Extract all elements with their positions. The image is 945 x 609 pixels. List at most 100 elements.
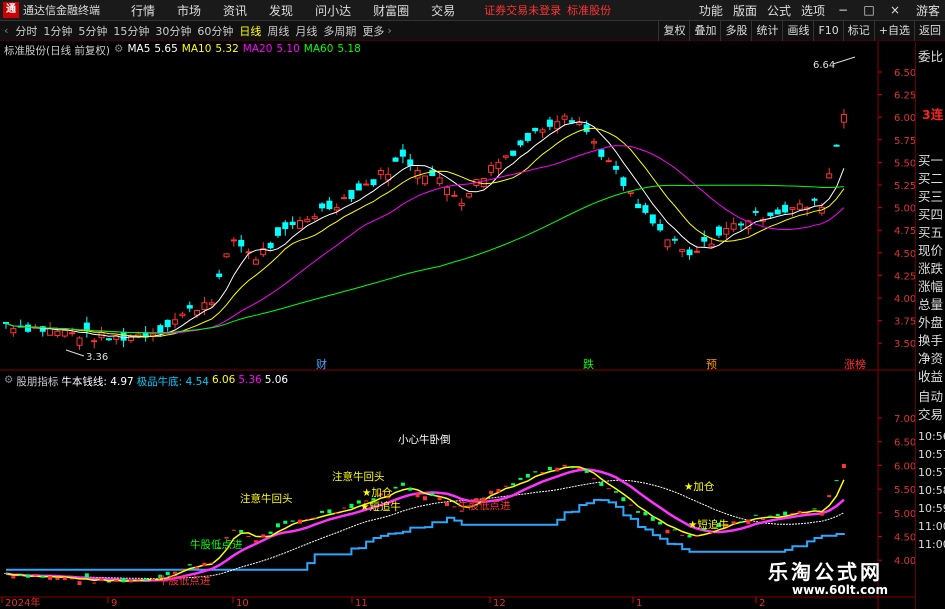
cow-bottom-step-line [6, 498, 845, 571]
indicator-bar [812, 508, 817, 510]
candle-body [546, 119, 553, 127]
indicator-bar [599, 482, 604, 486]
candle-body [789, 207, 796, 210]
indicator-bar [783, 511, 788, 516]
candle-body [502, 155, 509, 158]
y-tick-label: 5.75 [894, 136, 916, 147]
indicator-bar [739, 521, 743, 523]
indicator-annotation: ★短追牛 [360, 500, 401, 513]
indicator-bar [180, 568, 185, 570]
low-price-label: 3.36 [86, 352, 108, 363]
panel-volume: 总量 [918, 297, 944, 312]
y-tick-label: 5.50 [894, 158, 916, 169]
indicator-bar [11, 576, 16, 579]
panel-time-7: 11:00 [918, 538, 945, 551]
candle-body [421, 175, 428, 185]
indicator-bar [592, 478, 596, 480]
panel-time-4: 10:58 [918, 484, 945, 497]
y-tick-label: 3.75 [894, 317, 916, 328]
kline-chart[interactable]: 6.50 6.25 6.00 5.75 5.50 5.25 5.00 4.75 4.50 4.25… [0, 0, 945, 609]
indicator-bar [422, 496, 427, 501]
event-marker: 预 [706, 358, 717, 371]
indicator-name[interactable]: 股朋指标 [16, 374, 58, 389]
panel-trade[interactable]: 交易 [918, 404, 943, 423]
candle-body [539, 129, 546, 133]
candle-body [451, 194, 458, 197]
indicator-bar [621, 497, 626, 502]
panel-buy4: 买四 [918, 207, 944, 222]
indicator-bar [489, 490, 494, 495]
candle-body [693, 250, 700, 253]
panel-earnings: 收益 [918, 369, 944, 384]
candle-body [414, 170, 421, 179]
indicator-bar [430, 493, 435, 496]
panel-turnover: 换手 [918, 333, 944, 348]
candle-body [399, 149, 406, 157]
candle-body [591, 141, 597, 144]
indicator-bar [195, 566, 200, 570]
indicator-gear-icon[interactable]: ⚙ [4, 374, 13, 389]
indicator-bar [4, 573, 8, 575]
candle-body [407, 159, 414, 166]
event-marker: 财 [316, 357, 327, 371]
candle-body [223, 253, 230, 258]
ind-tick-label: 7.00 [894, 414, 916, 425]
indicator-bar [114, 579, 119, 582]
candle-body [363, 183, 370, 186]
candle-body [480, 177, 487, 188]
candle-body [782, 204, 789, 213]
candle-body [840, 114, 847, 123]
ind-tick-label: 6.00 [894, 461, 916, 472]
candle-body [164, 319, 171, 328]
candle-body [69, 332, 76, 335]
candle-body [297, 220, 303, 229]
x-tick-label: 2 [759, 598, 765, 609]
indicator-bar [209, 562, 214, 564]
candle-body [657, 224, 664, 231]
indicator-bar [151, 579, 155, 581]
indicator-bar [143, 578, 148, 581]
panel-time-5: 10:59 [918, 502, 945, 515]
indicator-bar [342, 507, 347, 509]
panel-price: 现价 [918, 243, 944, 258]
indicator-annotation: 牛股低点进 [158, 574, 211, 587]
indicator-bar [746, 519, 751, 524]
candle-body [826, 173, 833, 179]
indicator-bar [452, 506, 457, 508]
panel-auto[interactable]: 自动 [918, 386, 943, 405]
indicator-bar [555, 467, 560, 472]
indicator-bar [636, 511, 641, 513]
indicator-annotation: 注意牛回头 [332, 470, 385, 483]
candle-body [811, 198, 818, 201]
settings-gear-icon[interactable]: ⚙ [114, 43, 123, 58]
candle-body [319, 203, 326, 209]
candle-body [767, 212, 774, 217]
candle-body [289, 221, 296, 226]
indicator-bar [827, 495, 832, 498]
high-price-pointer [832, 56, 856, 65]
indicator-bar [672, 529, 677, 531]
indicator-bar [496, 489, 501, 493]
ma10-value: 5.32 [215, 43, 239, 55]
candle-body [429, 169, 436, 177]
indicator-bar [55, 577, 60, 580]
panel-weibi[interactable]: 委比 [918, 46, 943, 65]
indicator-bar [797, 510, 802, 514]
candle-body [568, 120, 575, 123]
indicator-bar [334, 512, 339, 515]
candle-body [679, 249, 686, 252]
indicator-bar [415, 493, 420, 498]
indicator-bar [650, 516, 655, 521]
y-tick-label: 4.50 [894, 249, 916, 260]
indicator-line-label: 牛本钱线: 4.97 [61, 376, 134, 388]
indicator-bar [768, 515, 773, 517]
ma20-name: MA20 [242, 43, 273, 55]
y-tick-label: 5.00 [894, 204, 916, 215]
candle-body [76, 337, 83, 346]
candle-body [738, 223, 744, 226]
candle-body [715, 226, 722, 236]
y-tick-label: 6.25 [894, 91, 916, 102]
y-tick-label: 5.25 [894, 181, 916, 192]
indicator-info: ⚙ 股朋指标 牛本钱线: 4.97 极品牛底: 4.54 6.06 5.36 5… [4, 374, 291, 389]
indicator-bar [33, 575, 38, 577]
